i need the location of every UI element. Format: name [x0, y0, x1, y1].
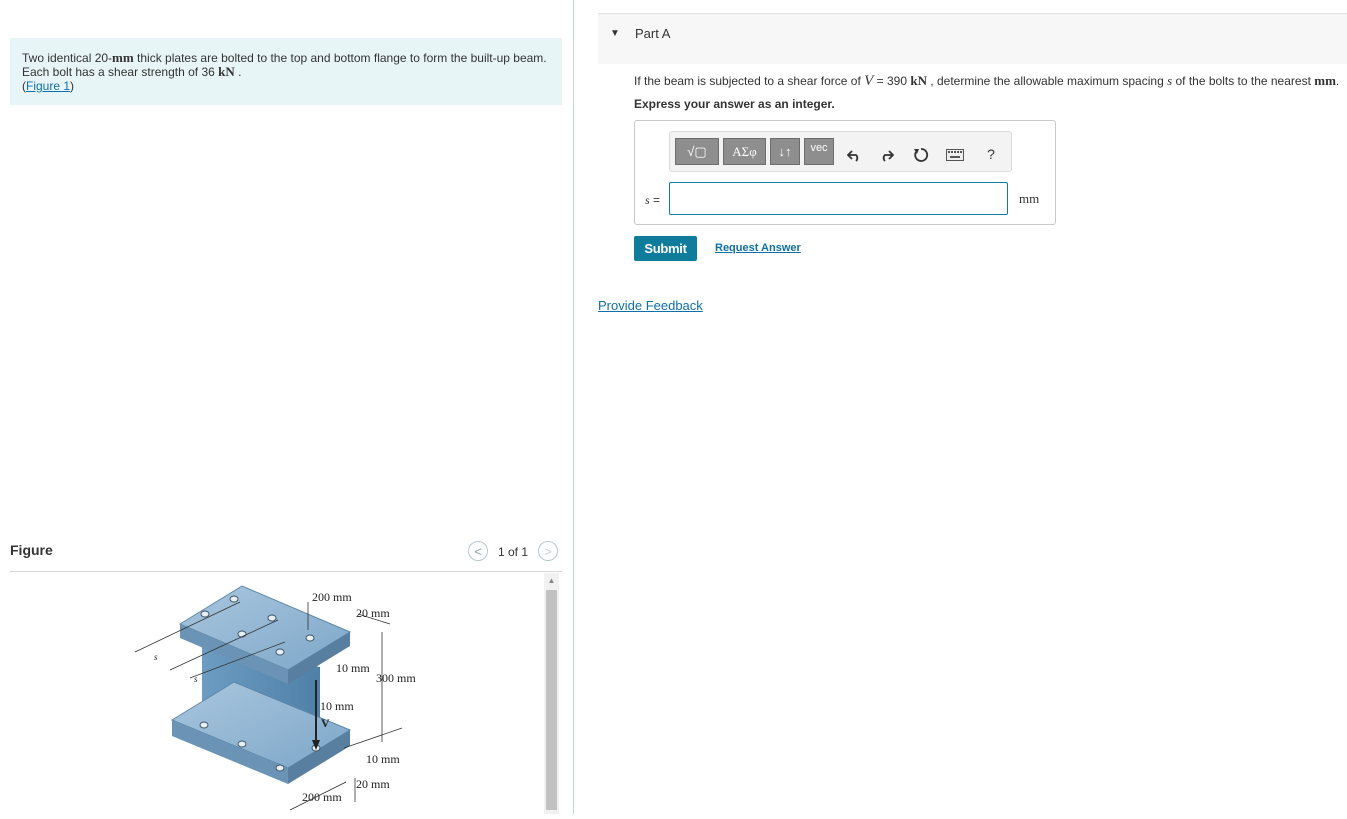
label-web-lower: 10 mm	[320, 699, 354, 713]
problem-line-2: Each bolt has a shear strength of 36 kN …	[22, 64, 550, 80]
question-segment: of the bolts to the nearest	[1172, 74, 1315, 88]
label-spacing-2: s	[194, 674, 198, 684]
label-top-width: 200 mm	[312, 590, 352, 604]
submit-button[interactable]: Submit	[634, 236, 697, 261]
prev-figure-button[interactable]: <	[468, 541, 488, 561]
part-title: Part A	[635, 26, 671, 41]
arrows-up-down-icon: ↓↑	[778, 144, 792, 159]
templates-icon: √▢	[687, 143, 707, 159]
label-bottom-width: 200 mm	[302, 790, 342, 804]
label-bottom-flange: 10 mm	[366, 752, 400, 766]
equals-sign: =	[649, 193, 661, 207]
figure-header: Figure < 1 of 1 >	[10, 539, 562, 572]
subscript-superscript-button[interactable]: ↓↑	[770, 138, 800, 165]
unit-kn: kN	[910, 73, 927, 88]
figure-link[interactable]: Figure 1	[26, 79, 70, 93]
redo-icon[interactable]	[877, 145, 897, 165]
problem-text: Two identical 20-	[22, 51, 113, 65]
problem-line-1: Two identical 20-mm thick plates are bol…	[22, 50, 550, 66]
question-segment: If the beam is subjected to a shear forc…	[634, 74, 865, 88]
chevron-left-icon: <	[474, 543, 482, 559]
answer-box: √▢ ΑΣφ ↓↑ vec ? s = mm	[634, 120, 1056, 225]
next-figure-button[interactable]: >	[538, 541, 558, 561]
question-segment: .	[1335, 74, 1340, 88]
right-pane: ▼ Part A If the beam is subjected to a s…	[574, 0, 1347, 814]
undo-icon[interactable]	[844, 145, 864, 165]
question-segment: = 390	[873, 74, 911, 88]
paren-close: )	[70, 79, 75, 93]
math-toolbar: √▢ ΑΣφ ↓↑ vec ?	[669, 131, 1012, 172]
label-bottom-plate: 20 mm	[356, 777, 390, 791]
label-shear: V	[321, 716, 330, 730]
scrollbar-thumb[interactable]	[546, 590, 557, 810]
request-answer-link[interactable]: Request Answer	[715, 242, 801, 254]
figure-pager-count: 1 of 1	[498, 545, 529, 559]
chevron-right-icon: >	[544, 543, 552, 559]
answer-instruction: Express your answer as an integer.	[634, 97, 835, 111]
figure-scrollbar[interactable]: ▲	[544, 573, 559, 814]
var-v: V	[864, 73, 874, 89]
answer-input[interactable]	[669, 182, 1008, 215]
caret-down-icon[interactable]: ▼	[610, 28, 620, 39]
question-text: If the beam is subjected to a shear forc…	[634, 73, 1339, 90]
figure-image: 200 mm 20 mm 10 mm 300 mm 10 mm V 10 mm …	[10, 572, 546, 814]
label-spacing-1: s	[154, 652, 158, 662]
problem-statement: Two identical 20-mm thick plates are bol…	[10, 38, 562, 105]
templates-button[interactable]: √▢	[675, 138, 719, 165]
reset-icon[interactable]	[911, 145, 931, 165]
provide-feedback-link[interactable]: Provide Feedback	[598, 298, 703, 313]
greek-icon: ΑΣφ	[732, 143, 757, 159]
label-height: 300 mm	[376, 671, 416, 685]
label-top-plate: 20 mm	[356, 606, 390, 620]
beam-diagram: 200 mm 20 mm 10 mm 300 mm 10 mm V 10 mm …	[134, 585, 416, 811]
greek-symbols-button[interactable]: ΑΣφ	[723, 138, 766, 165]
label-web-upper: 10 mm	[336, 661, 370, 675]
vec-icon: vec	[810, 142, 828, 154]
vector-button[interactable]: vec	[804, 138, 834, 165]
question-segment: , determine the allowable maximum spacin…	[926, 74, 1168, 88]
figure-title: Figure	[10, 542, 53, 558]
problem-text: Each bolt has a shear strength of 36	[22, 65, 219, 79]
problem-line-3: (Figure 1)	[22, 79, 550, 93]
answer-variable-label: s =	[645, 193, 660, 208]
problem-text: .	[234, 65, 242, 79]
unit-mm: mm	[112, 50, 134, 65]
problem-text: thick plates are bolted to the top and b…	[133, 51, 547, 65]
help-icon[interactable]: ?	[981, 144, 1001, 164]
keyboard-icon[interactable]	[945, 145, 965, 165]
unit-mm: mm	[1314, 73, 1336, 88]
scroll-up-arrow-icon[interactable]: ▲	[544, 573, 559, 588]
answer-unit: mm	[1019, 191, 1040, 206]
part-header[interactable]: ▼ Part A	[598, 13, 1347, 64]
unit-kn: kN	[218, 64, 235, 79]
left-pane: Two identical 20-mm thick plates are bol…	[0, 0, 574, 814]
